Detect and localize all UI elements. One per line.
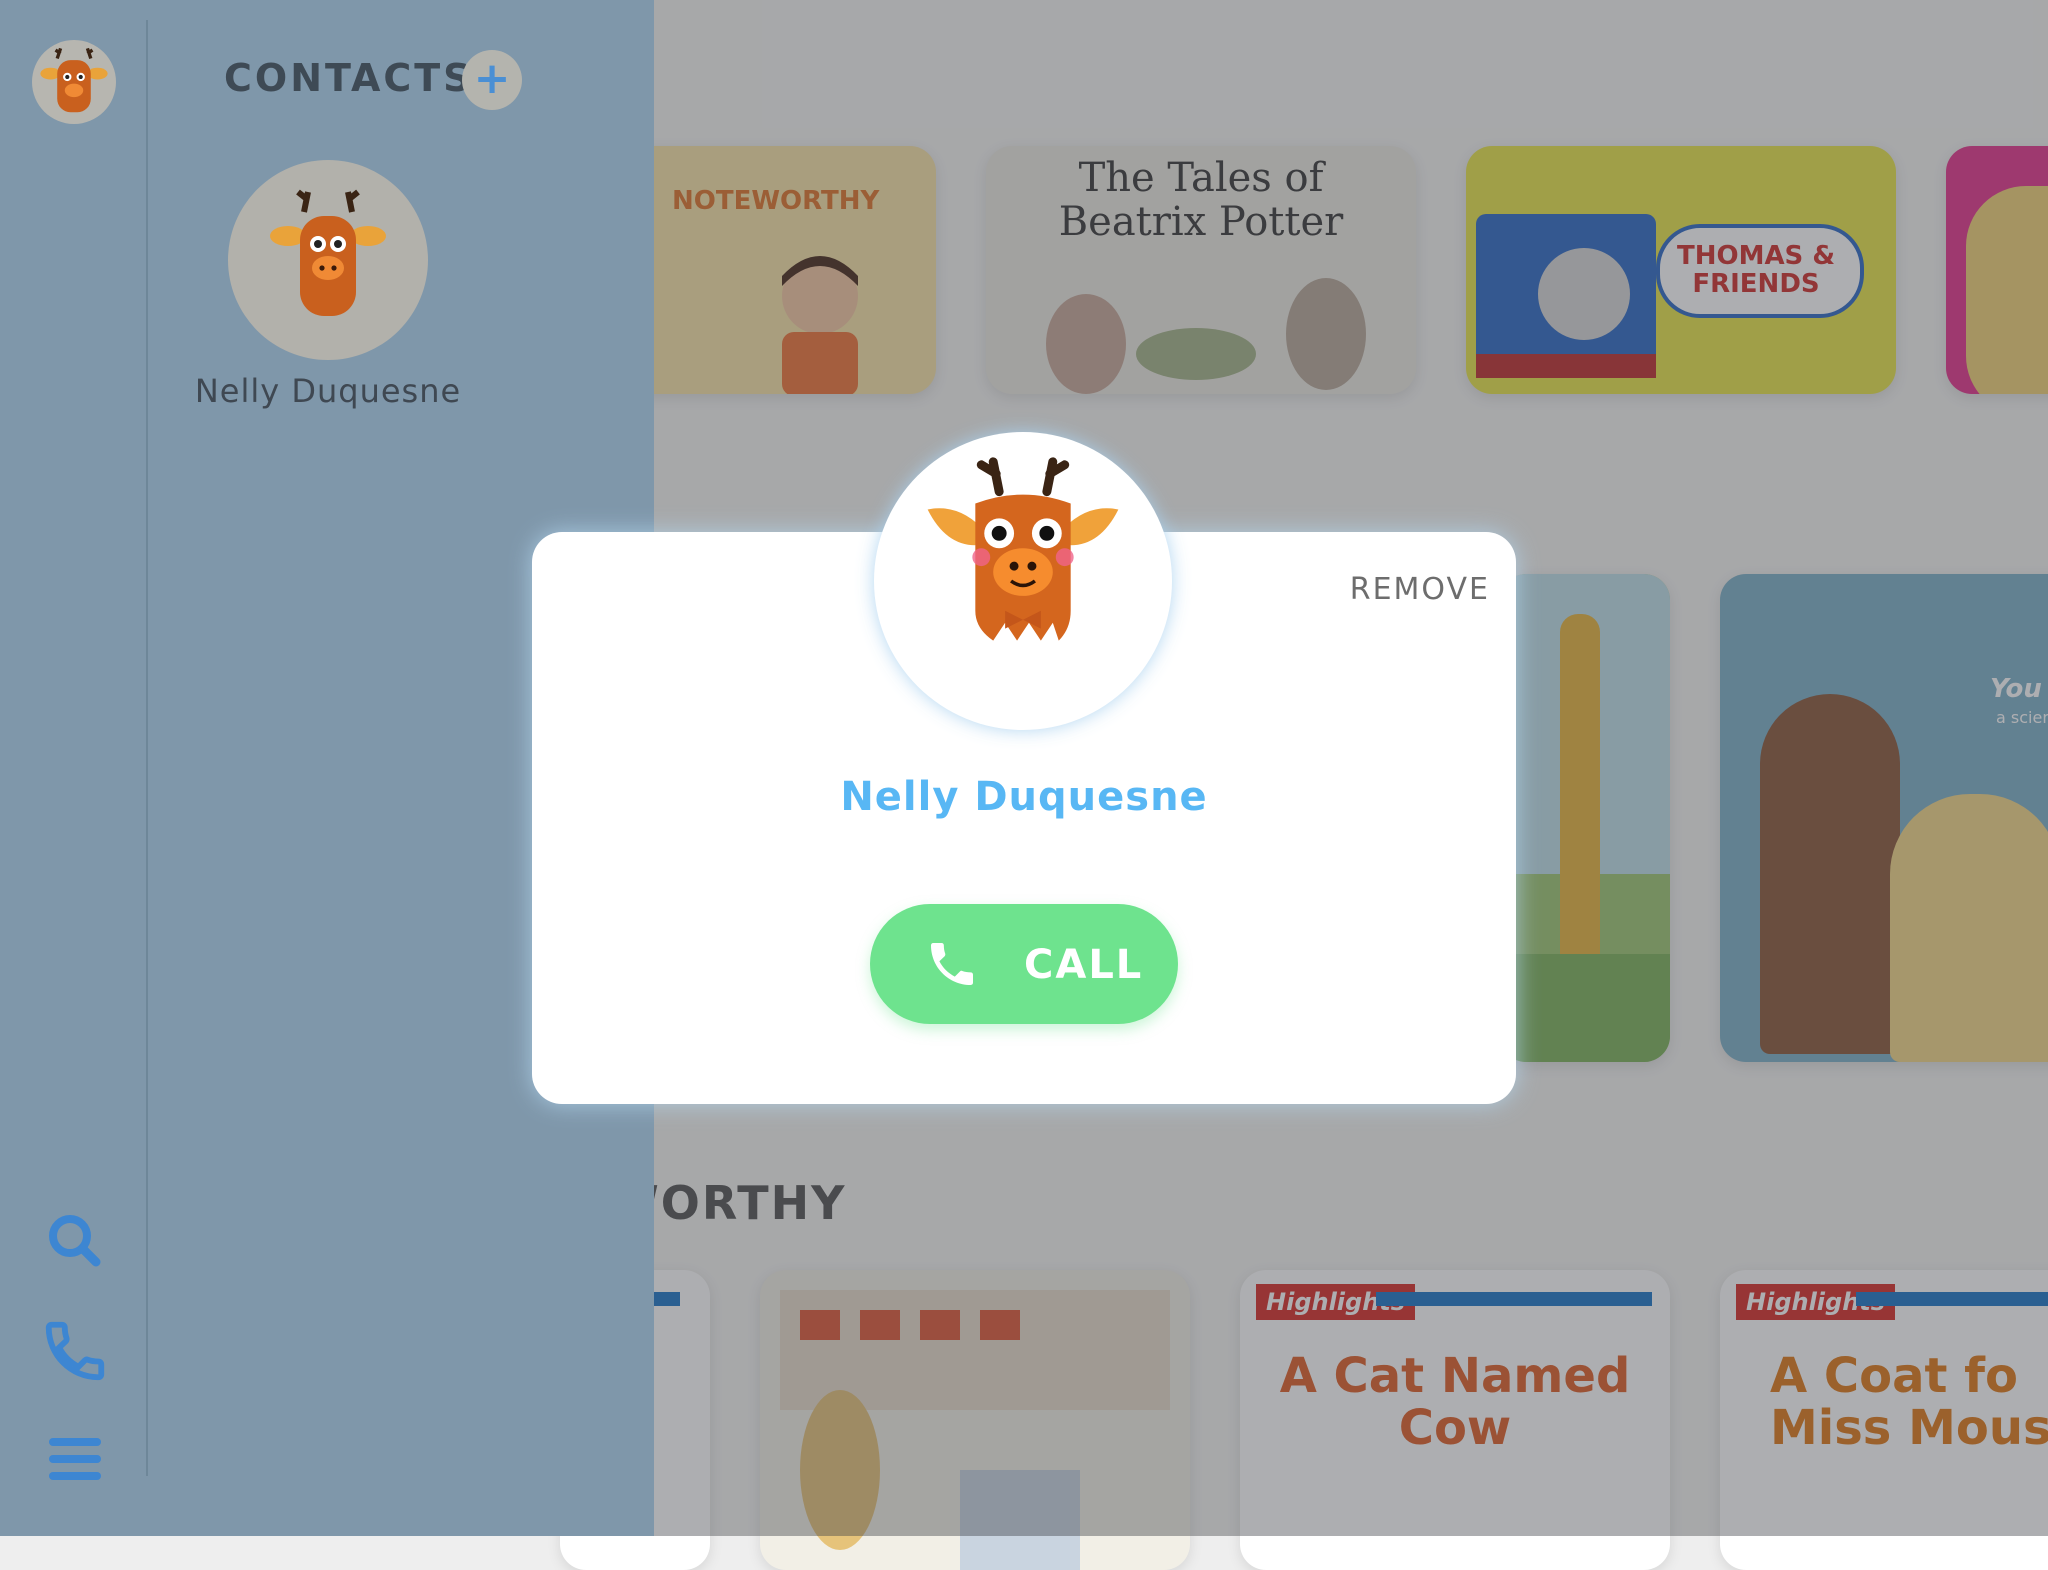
call-button[interactable]: CALL <box>870 904 1178 1024</box>
reindeer-avatar-icon <box>927 457 1119 641</box>
modal-contact-avatar <box>874 432 1172 730</box>
phone-icon <box>931 943 973 985</box>
search-icon[interactable] <box>40 1206 110 1276</box>
call-button-label: CALL <box>1024 942 1144 988</box>
remove-contact-button[interactable]: REMOVE <box>1330 572 1490 607</box>
contact-avatar[interactable] <box>228 160 428 360</box>
rail-divider <box>146 20 148 1476</box>
contacts-title: CONTACTS <box>224 56 474 100</box>
contact-name[interactable]: Nelly Duquesne <box>160 372 496 410</box>
modal-contact-name: Nelly Duquesne <box>840 774 1208 820</box>
reindeer-avatar-icon <box>40 47 108 113</box>
menu-icon[interactable] <box>40 1424 110 1494</box>
profile-avatar[interactable] <box>32 40 116 124</box>
reindeer-avatar-icon <box>270 189 386 316</box>
phone-icon[interactable] <box>40 1316 110 1386</box>
add-contact-button[interactable]: + <box>462 50 522 110</box>
